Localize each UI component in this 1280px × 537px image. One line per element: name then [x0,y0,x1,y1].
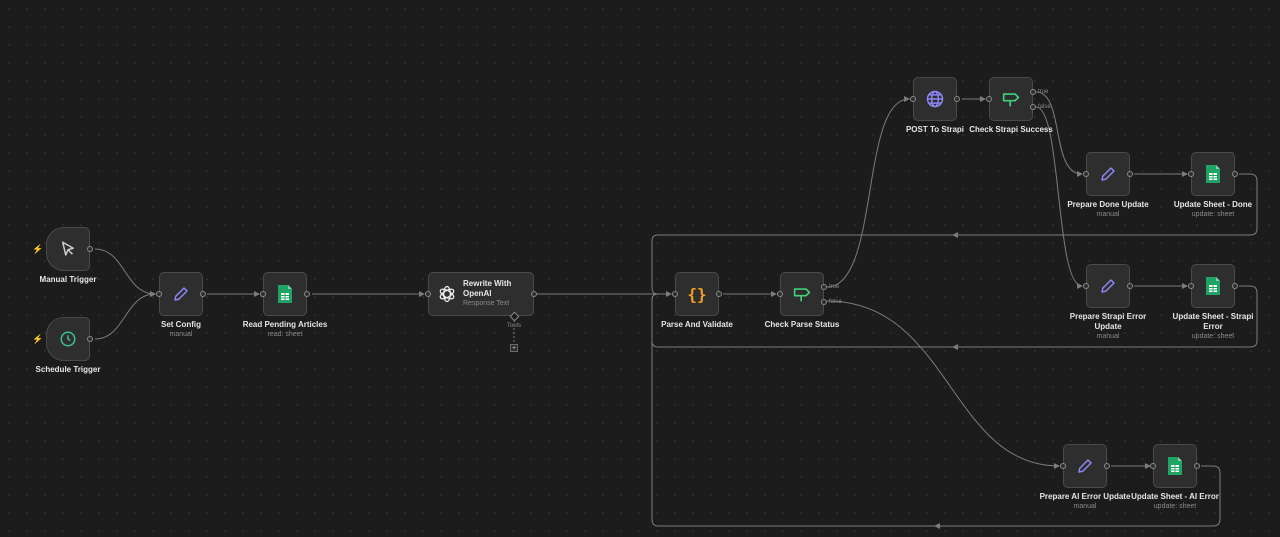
label-manual-trigger: Manual Trigger [3,275,133,285]
node-title: Prepare Strapi Error Update [1069,312,1147,331]
code-braces-icon: {} [687,284,707,304]
workflow-canvas[interactable]: ⚡ Manual Trigger ⚡ Schedule Trigger Set … [0,0,1280,537]
pencil-icon [1101,279,1115,293]
node-title: Schedule Trigger [35,365,101,374]
node-subtitle: Response Text [463,300,510,307]
input-port[interactable] [1188,283,1194,289]
output-port-true[interactable] [1030,89,1036,95]
label-update-sheet-done: Update Sheet - Done update: sheet [1148,200,1278,219]
sheet-icon [1206,277,1220,295]
sheet-icon [278,285,292,303]
input-port[interactable] [672,291,678,297]
label-read-pending-articles: Read Pending Articles read: sheet [220,320,350,339]
output-port[interactable] [87,336,93,342]
output-port[interactable] [531,291,537,297]
node-subtitle: read: sheet [267,331,303,338]
node-check-strapi-success[interactable] [986,77,1036,121]
node-read-pending-articles[interactable] [260,272,310,316]
node-subtitle: update: sheet [1191,333,1235,340]
input-port[interactable] [260,291,266,297]
openai-icon [439,285,455,303]
node-title: Update Sheet - Strapi Error [1172,312,1254,331]
node-title: Read Pending Articles [242,320,328,329]
output-port-false[interactable] [1030,104,1036,110]
node-subtitle: update: sheet [1191,211,1235,218]
output-port[interactable] [200,291,206,297]
globe-icon [926,90,944,108]
output-port[interactable] [716,291,722,297]
output-port[interactable] [954,96,960,102]
output-port[interactable] [304,291,310,297]
label-update-sheet-strapi-error: Update Sheet - Strapi Error update: shee… [1148,312,1278,341]
node-title: Update Sheet - AI Error [1131,492,1219,501]
output-port[interactable] [1127,171,1133,177]
branch-label-true: true [829,284,840,290]
pencil-icon [1101,167,1115,181]
output-port[interactable] [1104,463,1110,469]
node-title: Manual Trigger [39,275,97,284]
signpost-icon [1002,93,1020,107]
node-title: Rewrite With OpenAI [463,279,512,298]
output-port[interactable] [87,246,93,252]
output-port[interactable] [1232,283,1238,289]
signpost-icon [793,288,811,302]
edge-manual-to-config [94,248,156,297]
pencil-icon [174,287,188,301]
branch-label-false: false [829,299,842,305]
input-port[interactable] [1083,283,1089,289]
node-prepare-strapi-error-update[interactable] [1083,264,1133,308]
input-port[interactable] [1150,463,1156,469]
node-check-parse-status[interactable] [777,272,827,316]
node-post-to-strapi[interactable] [910,77,960,121]
output-port[interactable] [1194,463,1200,469]
input-port[interactable] [1060,463,1066,469]
tools-label: Tools [507,323,522,329]
branch-label-true: true [1038,89,1049,95]
node-parse-and-validate[interactable]: {} [672,272,722,316]
input-port[interactable] [1083,171,1089,177]
sheet-icon [1206,165,1220,183]
output-port[interactable] [1232,171,1238,177]
node-title: Check Parse Status [764,320,840,329]
node-manual-trigger[interactable] [46,227,93,271]
pencil-icon [1078,459,1092,473]
add-tool-button[interactable]: + [510,344,518,352]
branch-label-false: false [1038,104,1051,110]
label-check-parse-status: Check Parse Status [737,320,867,330]
label-schedule-trigger: Schedule Trigger [3,365,133,375]
input-port[interactable] [910,96,916,102]
node-update-sheet-strapi-error[interactable] [1188,264,1238,308]
input-port[interactable] [777,291,783,297]
label-check-strapi-success: Check Strapi Success [946,125,1076,135]
output-port-false[interactable] [821,299,827,305]
node-subtitle: update: sheet [1153,503,1197,510]
node-update-sheet-done[interactable] [1188,152,1238,196]
output-port-true[interactable] [821,284,827,290]
trigger-bolt-icon: ⚡ [32,334,44,344]
node-prepare-done-update[interactable] [1083,152,1133,196]
input-port[interactable] [1188,171,1194,177]
label-update-sheet-ai-error: Update Sheet - AI Error update: sheet [1110,492,1240,511]
input-port[interactable] [425,291,431,297]
node-set-config[interactable] [156,272,206,316]
node-title: Check Strapi Success [969,125,1053,134]
node-prepare-ai-error-update[interactable] [1060,444,1110,488]
clock-icon [60,331,76,347]
node-update-sheet-ai-error[interactable] [1150,444,1200,488]
input-port[interactable] [986,96,992,102]
node-title: Update Sheet - Done [1173,200,1253,209]
trigger-bolt-icon: ⚡ [32,244,44,254]
input-port[interactable] [156,291,162,297]
node-schedule-trigger[interactable] [46,317,93,361]
output-port[interactable] [1127,283,1133,289]
node-rewrite-with-openai[interactable]: Rewrite With OpenAI Response Text [425,272,537,316]
sheet-icon [1168,457,1182,475]
cursor-icon [62,241,74,256]
